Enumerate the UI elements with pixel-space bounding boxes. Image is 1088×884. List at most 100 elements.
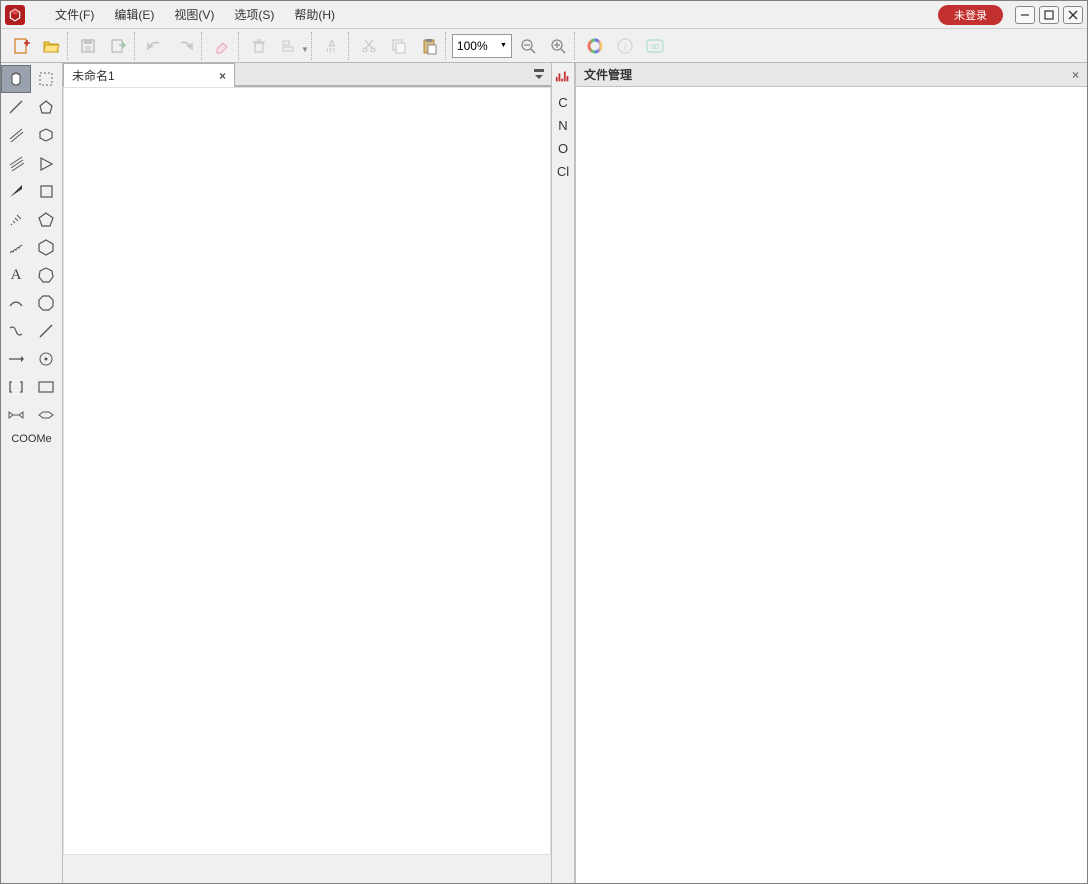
zoom-out-button[interactable] bbox=[514, 32, 542, 60]
login-button[interactable]: 未登录 bbox=[938, 5, 1003, 25]
export-icon bbox=[109, 37, 127, 55]
element-bar: C N O Cl bbox=[551, 63, 575, 883]
tool-square[interactable] bbox=[31, 177, 61, 205]
info-button[interactable]: i bbox=[611, 32, 639, 60]
tool-target[interactable] bbox=[31, 345, 61, 373]
close-button[interactable] bbox=[1063, 6, 1083, 24]
tool-ring-octagon[interactable] bbox=[31, 289, 61, 317]
pentagon2-icon bbox=[37, 210, 55, 228]
ribbon1-icon bbox=[7, 409, 25, 421]
eraser-button[interactable] bbox=[208, 32, 236, 60]
menu-edit[interactable]: 编辑(E) bbox=[104, 2, 164, 27]
save-button[interactable] bbox=[74, 32, 102, 60]
element-o[interactable]: O bbox=[552, 137, 574, 160]
hexagon-logo-icon bbox=[8, 8, 22, 22]
toolbar-group-zoom: 100% ▼ bbox=[445, 32, 572, 60]
minimize-button[interactable] bbox=[1015, 6, 1035, 24]
export-button[interactable] bbox=[104, 32, 132, 60]
undo-button[interactable] bbox=[141, 32, 169, 60]
align-button[interactable] bbox=[275, 32, 303, 60]
document-tab[interactable]: 未命名1 × bbox=[63, 63, 235, 87]
canvas[interactable] bbox=[63, 87, 551, 855]
open-button[interactable] bbox=[37, 32, 65, 60]
minimize-icon bbox=[1020, 10, 1030, 20]
tool-bond-single[interactable] bbox=[1, 93, 31, 121]
triple-line-icon bbox=[7, 154, 25, 172]
tool-ribbon2[interactable] bbox=[31, 401, 61, 429]
new-document-button[interactable] bbox=[7, 32, 35, 60]
zoom-in-button[interactable] bbox=[544, 32, 572, 60]
brackets-icon bbox=[7, 378, 25, 396]
tool-curve[interactable] bbox=[1, 289, 31, 317]
pentagon-icon bbox=[37, 98, 55, 116]
clean-button[interactable] bbox=[318, 32, 346, 60]
maximize-button[interactable] bbox=[1039, 6, 1059, 24]
menu-help[interactable]: 帮助(H) bbox=[284, 2, 345, 27]
panel-close-button[interactable]: × bbox=[1072, 68, 1079, 82]
tabs-menu-button[interactable] bbox=[533, 68, 545, 80]
delete-button[interactable] bbox=[245, 32, 273, 60]
double-line-icon bbox=[7, 126, 25, 144]
tool-select[interactable] bbox=[31, 65, 61, 93]
tool-brackets[interactable] bbox=[1, 373, 31, 401]
hand-icon bbox=[7, 70, 25, 88]
tool-ring-hexagon[interactable] bbox=[31, 233, 61, 261]
selection-icon bbox=[37, 70, 55, 88]
document-tabs: 未命名1 × bbox=[63, 63, 551, 87]
zoom-select[interactable]: 100% ▼ bbox=[452, 34, 512, 58]
menubar-right: 未登录 bbox=[938, 5, 1083, 25]
toolbar-group-clipboard bbox=[348, 32, 443, 60]
document-tab-close[interactable]: × bbox=[219, 69, 226, 83]
tool-ring-pentagon2[interactable] bbox=[31, 205, 61, 233]
tool-pan[interactable] bbox=[1, 65, 31, 93]
cut-button[interactable] bbox=[355, 32, 383, 60]
3d-button[interactable]: 3D bbox=[641, 32, 669, 60]
tool-ribbon1[interactable] bbox=[1, 401, 31, 429]
3d-icon: 3D bbox=[645, 37, 665, 55]
tool-bond-double[interactable] bbox=[1, 121, 31, 149]
copy-icon bbox=[390, 37, 408, 55]
tool-wedge-hash[interactable] bbox=[1, 205, 31, 233]
tool-bond-triple[interactable] bbox=[1, 149, 31, 177]
maximize-icon bbox=[1044, 10, 1054, 20]
paste-icon bbox=[420, 37, 438, 55]
octagon-icon bbox=[37, 294, 55, 312]
tool-wedge-solid[interactable] bbox=[1, 177, 31, 205]
color-wheel-button[interactable] bbox=[581, 32, 609, 60]
tool-text[interactable]: A bbox=[1, 261, 31, 289]
paste-button[interactable] bbox=[415, 32, 443, 60]
tool-ring-pentagon[interactable] bbox=[31, 93, 61, 121]
element-n[interactable]: N bbox=[552, 114, 574, 137]
info-icon: i bbox=[616, 37, 634, 55]
tool-wavy-bond[interactable] bbox=[1, 233, 31, 261]
tool-s-curve[interactable] bbox=[1, 317, 31, 345]
tool-rect[interactable] bbox=[31, 373, 61, 401]
menu-file[interactable]: 文件(F) bbox=[45, 2, 104, 27]
toolbar: ▼ 100% ▼ i bbox=[1, 29, 1087, 63]
redo-button[interactable] bbox=[171, 32, 199, 60]
tool-ring-heptagon[interactable] bbox=[31, 261, 61, 289]
element-cl[interactable]: Cl bbox=[552, 160, 574, 183]
tool-play-triangle[interactable] bbox=[31, 149, 61, 177]
clean-icon bbox=[323, 37, 341, 55]
menu-view[interactable]: 视图(V) bbox=[164, 2, 224, 27]
color-wheel-icon bbox=[586, 37, 604, 55]
tool-arrow[interactable] bbox=[1, 345, 31, 373]
menu-options[interactable]: 选项(S) bbox=[224, 2, 284, 27]
toolbar-group-file bbox=[7, 32, 65, 60]
app-icon bbox=[5, 5, 25, 25]
tabs-menu-icon bbox=[533, 68, 545, 80]
toolbox: A bbox=[1, 63, 63, 883]
panel-header: 文件管理 × bbox=[576, 63, 1087, 87]
hexagon-outline-icon bbox=[37, 126, 55, 144]
document-tab-title: 未命名1 bbox=[72, 67, 219, 84]
tool-line-diag[interactable] bbox=[31, 317, 61, 345]
copy-button[interactable] bbox=[385, 32, 413, 60]
element-spectrum-button[interactable] bbox=[552, 65, 574, 87]
s-curve-icon bbox=[7, 322, 25, 340]
ribbon2-icon bbox=[37, 409, 55, 421]
tool-ring-hexagon2[interactable] bbox=[31, 121, 61, 149]
element-c[interactable]: C bbox=[552, 91, 574, 114]
curve-icon bbox=[7, 294, 25, 312]
line-icon bbox=[7, 98, 25, 116]
